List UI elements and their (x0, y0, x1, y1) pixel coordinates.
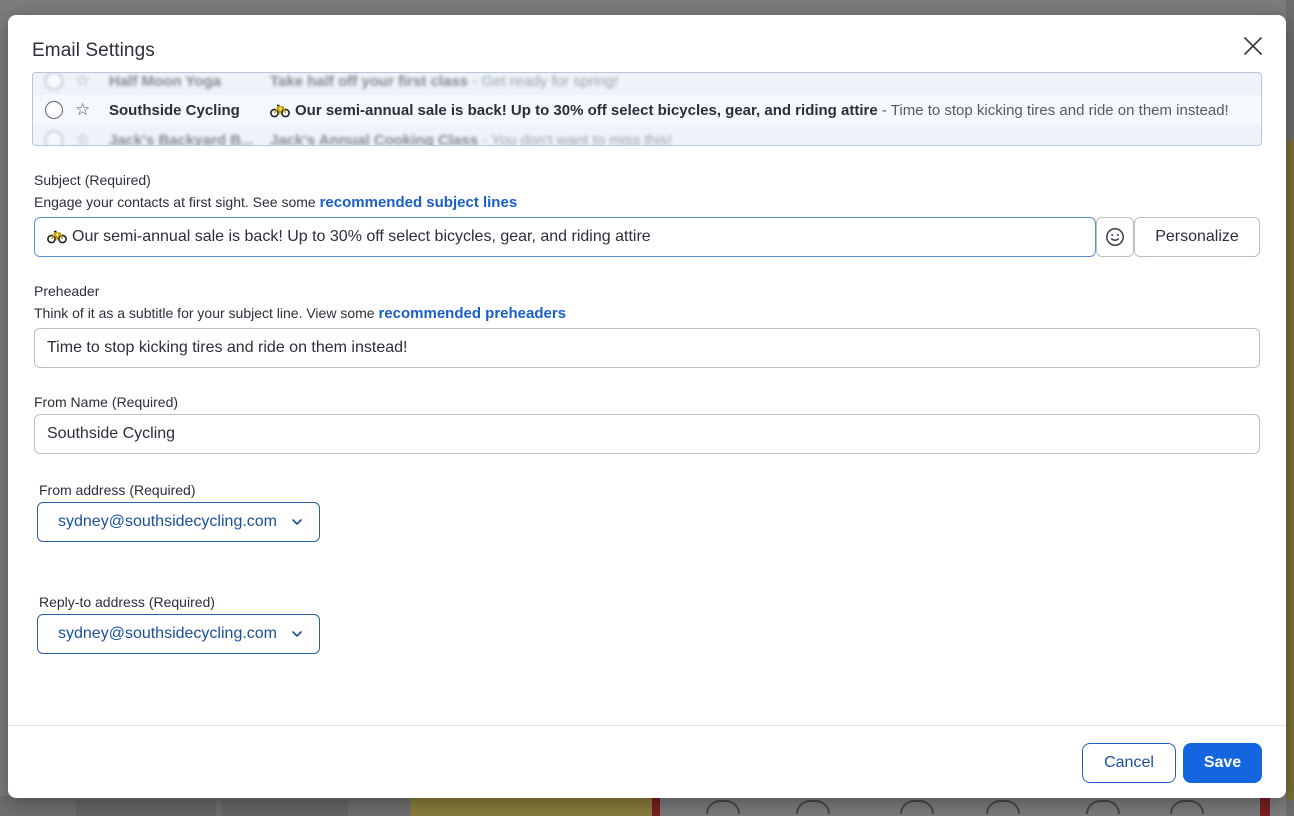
close-button[interactable] (1240, 33, 1266, 59)
recommended-preheaders-link[interactable]: recommended preheaders (378, 305, 566, 322)
row-sender: Half Moon Yoga (109, 72, 221, 90)
footer-divider (8, 725, 1286, 726)
row-sender: Jack's Backyard B... (109, 131, 254, 146)
star-icon: ☆ (75, 130, 91, 146)
row-checkbox (45, 131, 63, 145)
row-message: Jack's Annual Cooking Class - You don't … (270, 131, 1250, 146)
row-message: Take half off your first class - Get rea… (270, 73, 1250, 90)
row-sender: Southside Cycling (109, 101, 240, 119)
dialog-title: Email Settings (32, 40, 155, 61)
row-subject: Jack's Annual Cooking Class (270, 131, 479, 146)
from-address-value: sydney@southsidecycling.com (58, 513, 278, 530)
row-snippet: - Get ready for spring! (468, 72, 619, 90)
subject-label-text: Subject (34, 172, 81, 188)
row-snippet: - You don't want to miss this! (478, 131, 672, 146)
email-settings-dialog: Email Settings ☆ Half Moon Yoga Take hal… (8, 15, 1286, 798)
row-subject: Our semi-annual sale is back! Up to 30% … (295, 101, 878, 119)
row-checkbox (45, 101, 63, 119)
save-button[interactable]: Save (1183, 743, 1262, 783)
inbox-row: ☆ Jack's Backyard B... Jack's Annual Coo… (33, 125, 1261, 146)
required-marker: (Required) (84, 172, 151, 188)
bicycle-emoji-icon (270, 104, 290, 117)
required-marker: (Required) (148, 594, 215, 610)
from-name-label-text: From Name (34, 394, 108, 410)
reply-to-label: Reply-to address (Required) (39, 594, 215, 610)
row-snippet: - Time to stop kicking tires and ride on… (877, 101, 1229, 119)
recommended-subject-lines-link[interactable]: recommended subject lines (320, 194, 518, 211)
inbox-preview: ☆ Half Moon Yoga Take half off your firs… (32, 72, 1262, 146)
background-divider-right (1260, 796, 1270, 816)
star-icon: ☆ (75, 72, 91, 90)
subject-hint: Engage your contacts at first sight. See… (34, 194, 517, 211)
from-address-label-text: From address (39, 482, 126, 498)
subject-hint-text: Engage your contacts at first sight. See… (34, 194, 320, 210)
personalize-button[interactable]: Personalize (1134, 217, 1260, 257)
star-icon: ☆ (75, 100, 91, 119)
inbox-row-current: ☆ Southside Cycling Our semi-annual sale… (33, 95, 1261, 125)
from-name-label: From Name (Required) (34, 394, 178, 410)
preheader-hint-text: Think of it as a subtitle for your subje… (34, 305, 379, 321)
preheader-value: Time to stop kicking tires and ride on t… (47, 339, 408, 356)
chevron-down-icon (292, 519, 302, 525)
subject-input[interactable]: Our semi-annual sale is back! Up to 30% … (34, 217, 1096, 257)
row-message: Our semi-annual sale is back! Up to 30% … (270, 102, 1250, 119)
background-divider (652, 796, 660, 816)
reply-to-label-text: Reply-to address (39, 594, 145, 610)
emoji-picker-button[interactable] (1096, 217, 1134, 257)
background-panel (0, 796, 410, 816)
preheader-input[interactable]: Time to stop kicking tires and ride on t… (34, 328, 1260, 368)
row-subject: Take half off your first class (270, 72, 469, 90)
from-address-select[interactable]: sydney@southsidecycling.com (37, 502, 320, 542)
reply-to-value: sydney@southsidecycling.com (58, 625, 278, 642)
background-sidebar (1286, 0, 1294, 816)
required-marker: (Required) (111, 394, 179, 410)
subject-value: Our semi-annual sale is back! Up to 30% … (72, 228, 651, 245)
preheader-hint: Think of it as a subtitle for your subje… (34, 305, 566, 322)
from-name-input[interactable]: Southside Cycling (34, 414, 1260, 454)
from-address-label: From address (Required) (39, 482, 196, 498)
cancel-button[interactable]: Cancel (1082, 743, 1176, 783)
from-name-value: Southside Cycling (47, 425, 176, 442)
background-banner (410, 796, 652, 816)
chevron-down-icon (292, 631, 302, 637)
reply-to-select[interactable]: sydney@southsidecycling.com (37, 614, 320, 654)
bicycle-emoji-icon (47, 230, 67, 244)
smiley-icon (1106, 228, 1124, 246)
preheader-label: Preheader (34, 283, 100, 299)
required-marker: (Required) (129, 482, 196, 498)
close-icon (1244, 37, 1262, 55)
subject-label: Subject (Required) (34, 172, 151, 188)
inbox-row: ☆ Half Moon Yoga Take half off your firs… (33, 72, 1261, 96)
row-checkbox (45, 73, 63, 90)
